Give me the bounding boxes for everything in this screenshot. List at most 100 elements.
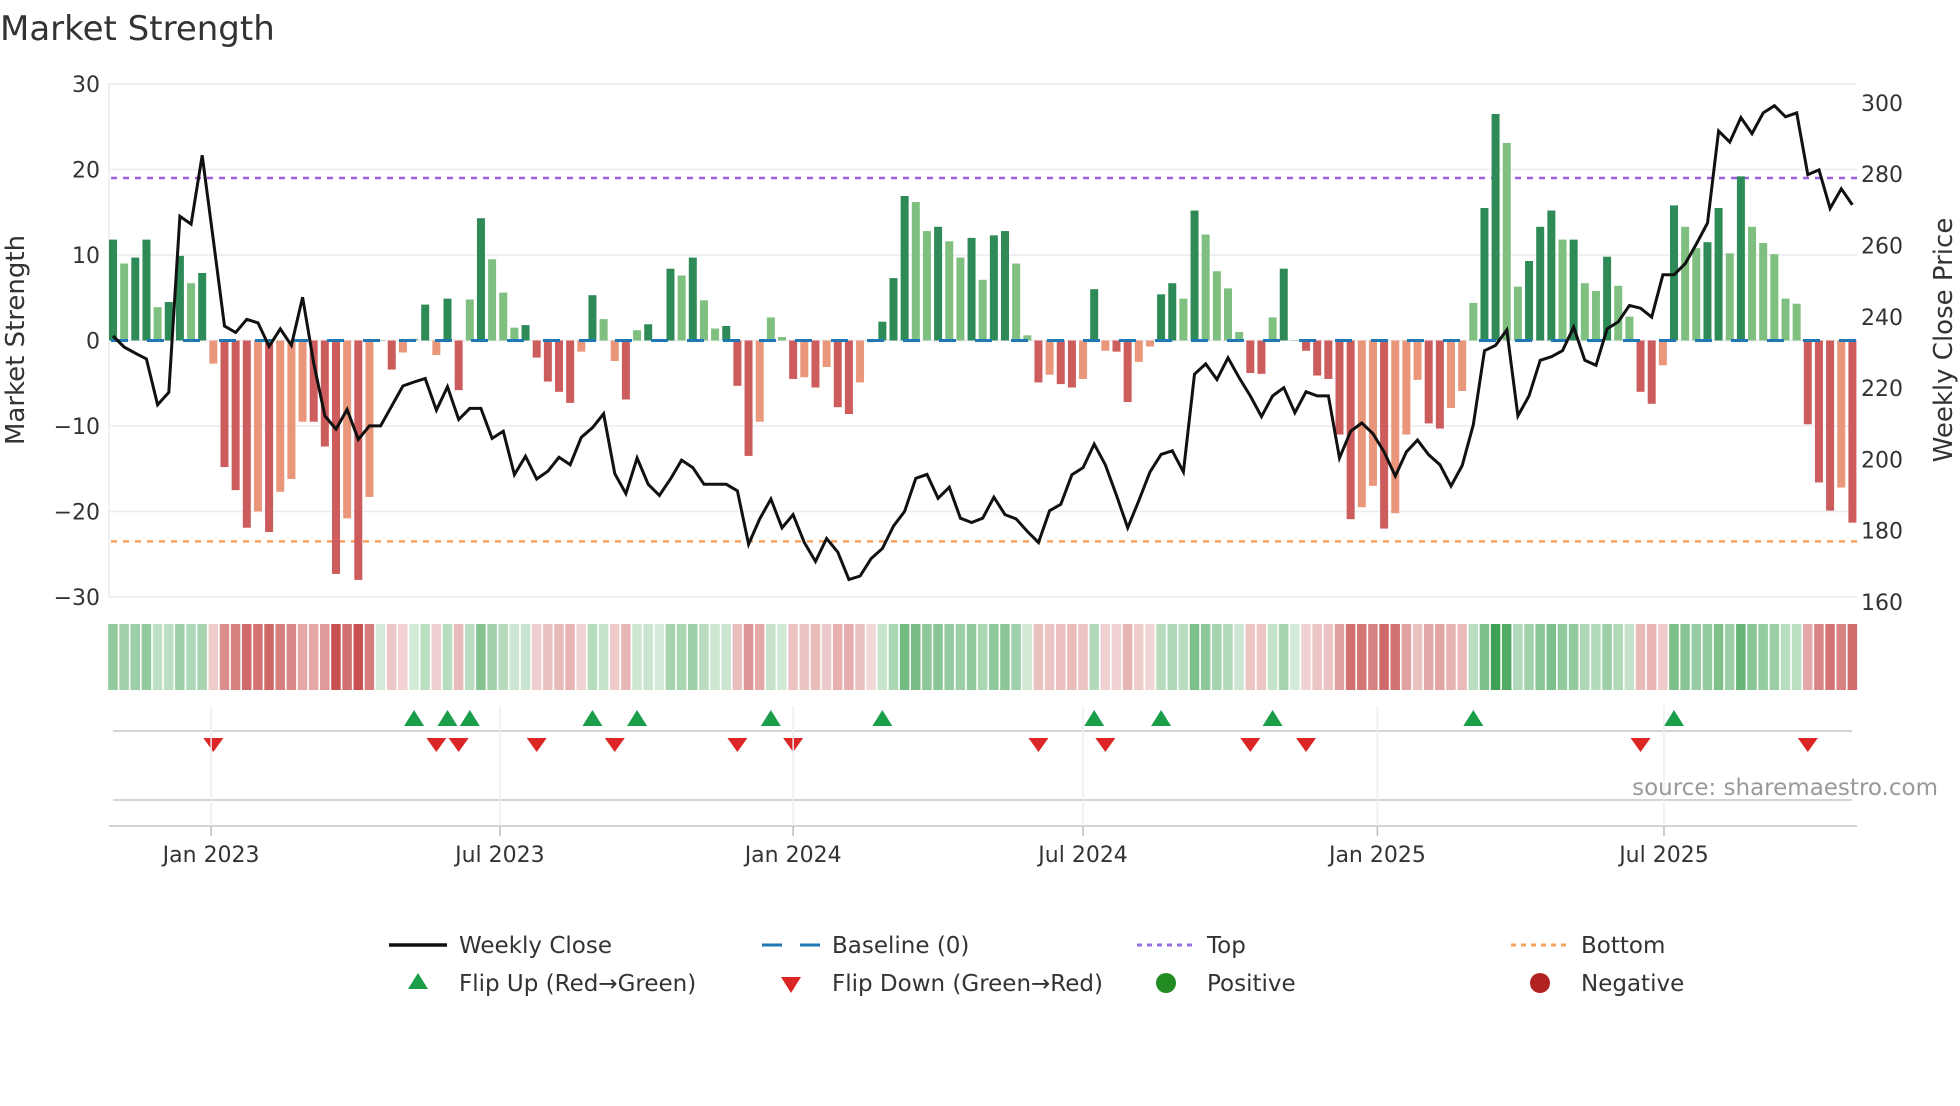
- heatmap-cell: [1680, 624, 1690, 690]
- heatmap-cell: [531, 624, 542, 690]
- heatmap-cell: [253, 624, 263, 690]
- left-tick-label: 10: [72, 244, 100, 269]
- heatmap-cell: [1323, 624, 1334, 690]
- legend: Weekly Close Baseline (0) Top Bottom Flip Up…: [389, 933, 1684, 997]
- heatmap-cell: [1156, 624, 1166, 690]
- flip-up-icon: [408, 973, 428, 989]
- negative-bar: [276, 340, 285, 492]
- heatmap-cell: [699, 624, 709, 690]
- negative-bar: [1112, 340, 1121, 352]
- heatmap-cell: [866, 624, 876, 690]
- legend-label: Flip Up (Red→Green): [459, 971, 696, 997]
- legend-label: Negative: [1581, 971, 1684, 997]
- heatmap-cell: [1658, 624, 1668, 690]
- heatmap-cell: [119, 624, 129, 690]
- heatmap-cell: [977, 624, 988, 690]
- heatmap-cell: [777, 624, 787, 690]
- positive-bar: [109, 239, 117, 341]
- positive-bar: [120, 263, 129, 341]
- heatmap-cell: [1602, 624, 1612, 690]
- market-strength-chart: Market Strength 30 20 10 0 −10 −20 −30 300 280 2…: [0, 9, 1959, 997]
- heatmap-cell: [799, 624, 809, 690]
- heatmap-cell: [1479, 624, 1490, 690]
- heatmap-cell: [609, 624, 620, 690]
- flip-down-marker: [448, 738, 469, 752]
- heatmap-cell: [1312, 624, 1322, 690]
- heatmap-cell: [431, 624, 442, 690]
- negative-bar: [1045, 340, 1054, 375]
- positive-bar: [1703, 242, 1712, 341]
- heatmap-cell: [1769, 624, 1780, 690]
- heatmap-cell: [832, 624, 843, 690]
- heatmap-cell: [1234, 624, 1244, 690]
- heatmap-cell: [754, 624, 765, 690]
- heatmap-cell: [342, 624, 352, 690]
- heatmap-cell: [888, 624, 899, 690]
- positive-bar: [934, 226, 943, 341]
- heatmap-cell: [1379, 624, 1389, 690]
- right-tick-label: 160: [1861, 591, 1903, 616]
- positive-bar: [1190, 210, 1199, 341]
- positive-bar: [1614, 285, 1623, 341]
- heatmap-cell: [1691, 624, 1701, 690]
- positive-bar: [889, 278, 898, 341]
- heatmap-cell: [1580, 624, 1590, 690]
- heatmap-cell: [810, 624, 821, 690]
- positive-bar: [1469, 302, 1478, 341]
- heatmap-cell: [721, 624, 731, 690]
- flip-up-marker: [872, 710, 893, 726]
- heatmap-cell: [1524, 624, 1534, 690]
- heatmap-cell: [186, 624, 196, 690]
- negative-bar: [1067, 340, 1076, 388]
- positive-bar: [1001, 231, 1009, 341]
- dot-marker-icon: [1530, 973, 1550, 993]
- heatmap-cell: [1100, 624, 1111, 690]
- positive-bar: [1692, 248, 1701, 341]
- positive-bar: [1536, 226, 1545, 341]
- positive-bar: [1748, 226, 1757, 341]
- negative-bar: [1636, 340, 1645, 392]
- heatmap-cell: [1457, 624, 1467, 690]
- heatmap-cell: [1791, 624, 1802, 690]
- heatmap-cell: [1368, 624, 1378, 690]
- flip-up-marker: [1151, 710, 1172, 726]
- weekly-close-polyline: [111, 103, 1854, 582]
- heatmap-cell: [966, 624, 977, 690]
- heatmap-cell: [1435, 624, 1445, 690]
- negative-bar: [744, 340, 753, 456]
- negative-bar: [253, 340, 262, 512]
- heatmap-cell: [1814, 624, 1824, 690]
- heatmap-cell: [1111, 624, 1122, 690]
- positive-bar: [911, 201, 920, 341]
- heatmap-cell: [1301, 624, 1311, 690]
- heatmap-cell: [1836, 624, 1846, 690]
- negative-bar: [577, 340, 586, 352]
- positive-bar: [131, 257, 140, 341]
- positive-bar: [1725, 253, 1734, 341]
- dot-marker-icon: [1156, 973, 1176, 993]
- heatmap-cell: [844, 624, 854, 690]
- heatmap-cell: [922, 624, 932, 690]
- negative-bar: [811, 340, 820, 388]
- right-axis-label: Weekly Close Price: [1929, 218, 1959, 463]
- heatmap-cell: [598, 624, 609, 690]
- strength-bars: [109, 113, 1857, 580]
- heatmap-cell: [1267, 624, 1278, 690]
- heatmap-cell: [1535, 624, 1545, 690]
- positive-bar: [1770, 254, 1779, 341]
- positive-bar: [488, 259, 497, 341]
- legend-item-line: Weekly Close: [389, 933, 612, 959]
- negative-bar: [1246, 340, 1255, 373]
- heatmap-cell: [1557, 624, 1568, 690]
- positive-bar: [599, 319, 608, 341]
- positive-bar: [922, 231, 931, 341]
- negative-bar: [1368, 340, 1377, 486]
- heatmap-cell: [565, 624, 575, 690]
- positive-bar: [978, 279, 987, 341]
- negative-bar: [1658, 340, 1667, 366]
- x-tick-label: Jan 2024: [743, 843, 842, 868]
- heatmap-cell: [1223, 624, 1233, 690]
- flip-up-marker: [404, 710, 425, 726]
- heatmap-cell: [1613, 624, 1623, 690]
- right-tick-label: 280: [1861, 163, 1903, 188]
